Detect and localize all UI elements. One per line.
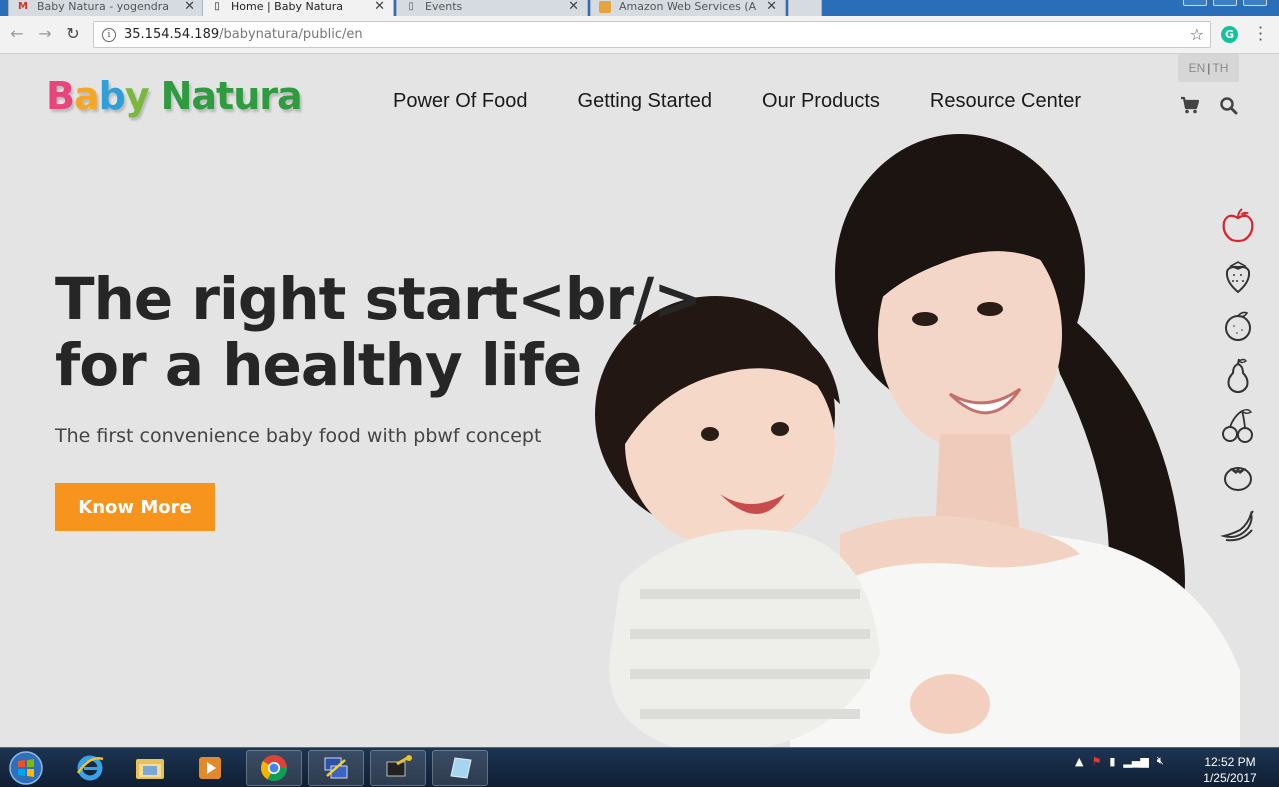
folder-icon [136, 759, 164, 779]
new-tab-button[interactable] [788, 0, 822, 16]
reload-icon[interactable]: ↻ [62, 23, 84, 45]
strawberry-icon[interactable] [1218, 256, 1258, 296]
close-tab-icon[interactable]: ✕ [374, 0, 385, 14]
page-icon: ▯ [214, 1, 220, 12]
internet-explorer-icon[interactable] [62, 750, 118, 786]
taskbar-clock[interactable]: 12:52 PM 1/25/2017 [1198, 754, 1262, 786]
window-controls [1183, 0, 1267, 6]
tab-title: Events [425, 0, 463, 13]
back-arrow-icon[interactable]: ← [6, 23, 28, 45]
main-navigation: Power Of Food Getting Started Our Produc… [393, 90, 1081, 113]
remote-desktop-taskbar-icon[interactable] [308, 750, 364, 786]
pear-icon[interactable] [1218, 356, 1258, 396]
aws-icon [599, 0, 611, 13]
tab-home-baby-natura[interactable]: ▯ Home | Baby Natura ✕ [202, 0, 394, 16]
banana-icon[interactable] [1218, 506, 1258, 546]
lang-en[interactable]: EN [1189, 61, 1206, 75]
putty-taskbar-icon[interactable] [370, 750, 426, 786]
clock-date: 1/25/2017 [1203, 771, 1257, 785]
info-icon[interactable]: i [102, 27, 116, 42]
action-center-icon[interactable]: ⚑ [1091, 755, 1101, 768]
network-signal-icon[interactable]: ▂▄▆ [1123, 755, 1148, 768]
tab-events[interactable]: ▯ Events ✕ [396, 0, 588, 16]
maximize-button[interactable] [1213, 0, 1237, 6]
play-icon [199, 757, 221, 779]
browser-toolbar: ← → ↻ i 35.154.54.189/babynatura/public/… [0, 16, 1279, 54]
windows-taskbar: ▲ ⚑ ▮ ▂▄▆ 🔇︎ 12:52 PM 1/25/2017 [0, 747, 1279, 787]
lang-separator: | [1207, 61, 1211, 75]
tab-title: Baby Natura - yogendra [37, 0, 169, 13]
browser-menu-icon[interactable]: · · · [1258, 20, 1263, 48]
media-player-icon[interactable] [182, 750, 238, 786]
close-window-button[interactable] [1243, 0, 1267, 6]
forward-arrow-icon[interactable]: → [34, 23, 56, 45]
orange-icon[interactable] [1218, 306, 1258, 346]
tab-title: Home | Baby Natura [231, 0, 343, 13]
know-more-button[interactable]: Know More [55, 483, 215, 531]
volume-muted-icon[interactable]: 🔇︎ [1157, 754, 1164, 768]
minimize-button[interactable] [1183, 0, 1207, 6]
language-switcher: EN | TH [1178, 54, 1239, 82]
baby-natura-logo[interactable]: Baby Natura [46, 74, 303, 118]
web-page: Baby Natura Power Of Food Getting Started… [0, 54, 1279, 747]
bookmark-star-icon[interactable]: ☆ [1190, 25, 1204, 44]
key-terminal-icon [386, 755, 412, 777]
nav-power-of-food[interactable]: Power Of Food [393, 90, 528, 113]
ie-logo-icon [76, 755, 104, 781]
nav-resource-center[interactable]: Resource Center [930, 90, 1081, 113]
url-host: 35.154.54.189 [124, 27, 220, 42]
chrome-taskbar-icon[interactable] [246, 750, 302, 786]
browser-tab-strip: M Baby Natura - yogendra ✕ ▯ Home | Baby… [0, 0, 1279, 16]
grammarly-extension-icon[interactable]: G [1221, 26, 1238, 43]
lang-th[interactable]: TH [1212, 61, 1228, 75]
nav-our-products[interactable]: Our Products [762, 90, 880, 113]
search-icon[interactable] [1219, 96, 1239, 116]
notes-taskbar-icon[interactable] [432, 750, 488, 786]
nav-getting-started[interactable]: Getting Started [578, 90, 713, 113]
chrome-icon [260, 755, 288, 782]
tray-expand-icon[interactable]: ▲ [1075, 755, 1083, 768]
address-bar[interactable]: i 35.154.54.189/babynatura/public/en ☆ [93, 21, 1211, 48]
notepad-icon [450, 757, 472, 779]
hero-heading: The right start<br/> for a healthy life [55, 265, 702, 399]
tab-title: Amazon Web Services (A [619, 0, 757, 13]
apple-icon[interactable] [1218, 206, 1258, 246]
tab-aws[interactable]: Amazon Web Services (A ✕ [590, 0, 786, 16]
page-icon: ▯ [408, 1, 414, 12]
close-tab-icon[interactable]: ✕ [184, 0, 195, 14]
cart-icon[interactable] [1180, 96, 1200, 114]
tab-gmail[interactable]: M Baby Natura - yogendra ✕ [8, 0, 204, 16]
tomato-icon[interactable] [1218, 456, 1258, 496]
hero-heading-line2: for a healthy life [55, 331, 582, 399]
close-tab-icon[interactable]: ✕ [766, 0, 777, 14]
hero-heading-line1: The right start<br/> [55, 265, 702, 333]
windows-start-icon[interactable] [4, 750, 48, 786]
power-icon[interactable]: ▮ [1109, 755, 1115, 768]
close-tab-icon[interactable]: ✕ [568, 0, 579, 14]
hero-subtitle: The first convenience baby food with pbw… [55, 425, 542, 447]
file-explorer-icon[interactable] [122, 750, 178, 786]
clock-time: 12:52 PM [1204, 755, 1256, 769]
url-path: /babynatura/public/en [219, 27, 363, 42]
system-tray: ▲ ⚑ ▮ ▂▄▆ 🔇︎ [1075, 754, 1164, 768]
remote-connection-icon [324, 757, 348, 779]
mother-and-baby-photo [595, 134, 1240, 747]
gmail-icon: M [18, 1, 28, 12]
cherry-icon[interactable] [1218, 406, 1258, 446]
